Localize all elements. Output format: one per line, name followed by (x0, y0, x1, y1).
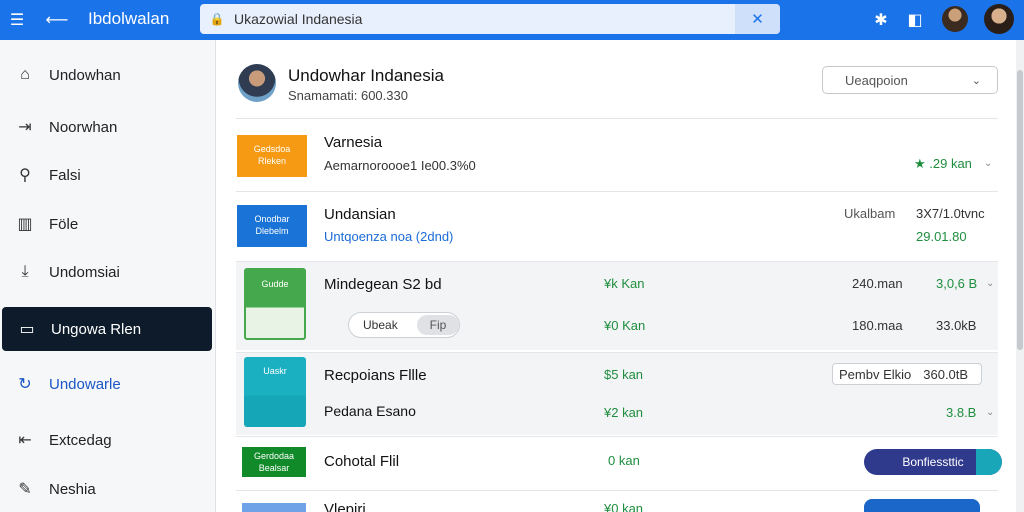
profile-avatar[interactable] (984, 4, 1014, 34)
sidebar-item-label: Undowarle (49, 375, 121, 393)
thumbnail: Gudde (244, 268, 306, 340)
home-icon: ⌂ (20, 66, 30, 83)
item-title: Cohotal Flil (324, 453, 400, 470)
item-value: 3.8.B (946, 405, 977, 420)
main-panel: Undowhar Indanesia Snamamati: 600.330 Ue… (216, 40, 1024, 512)
action-button[interactable] (864, 499, 980, 512)
download-icon: ⤓ (21, 263, 29, 280)
status-badge: Pembv Elkio 360.0tB (832, 363, 982, 385)
login-icon: ⇥ (18, 119, 32, 136)
list-item[interactable]: Gedsdoa Rleken Varnesia Aemarnoroooe1 Ie0… (236, 120, 998, 190)
thumbnail: Onodbar Dlebelm (237, 205, 307, 247)
search-icon: ⚲ (19, 167, 31, 184)
item-size: 180.maa (852, 318, 903, 333)
sidebar-item-falsi[interactable]: ⚲ Falsi (0, 153, 212, 197)
sidebar-item-neshia[interactable]: ✎ Neshia (0, 467, 212, 511)
sidebar-item-label: Neshia (49, 480, 96, 498)
list-item[interactable]: Vlepiri ¥0 kan (236, 491, 998, 512)
search-input[interactable]: Ukazowial Indanesia (234, 11, 780, 27)
item-price: 0 kan (608, 453, 640, 468)
item-title: Varnesia (324, 134, 383, 151)
item-title: Vlepiri (324, 501, 366, 512)
badge-label: Pembv Elkio (839, 366, 912, 382)
badge-value: 360.0tB (923, 366, 969, 382)
item-value: 3X7/1.0tvnc (916, 206, 985, 221)
item-title: Recpoians Fllle (324, 367, 427, 384)
window-icon[interactable]: ◧ (904, 9, 926, 31)
pin-icon: ✎ (18, 481, 32, 498)
list-item[interactable]: Onodbar Dlebelm Undansian Untqoenza noa (… (236, 192, 998, 260)
item-price: $5 kan (604, 367, 644, 382)
sidebar-item-extcedag[interactable]: ⇤ Extcedag (0, 418, 212, 462)
sidebar-item-ungowa-rlen[interactable]: ▭ Ungowa Rlen (2, 307, 212, 351)
app-title: Ibdolwalan (88, 9, 170, 28)
toggle-option[interactable]: Ubeak (363, 318, 398, 332)
extension-icon[interactable]: ✱ (870, 9, 892, 31)
sidebar-item-undomsiai[interactable]: ⤓ Undomsiai (0, 250, 212, 294)
item-price: ¥k Kan (604, 276, 645, 291)
thumbnail: Uaskr (244, 357, 306, 427)
list-item[interactable]: Uaskr Recpoians Fllle $5 kan Pembv Elkio… (236, 353, 998, 435)
filter-select[interactable]: Ueaqpoion ⌄ (822, 66, 998, 94)
sidebar-item-noorwhan[interactable]: ⇥ Noorwhan (0, 105, 212, 149)
sidebar-item-fole[interactable]: ▥ Föle (0, 202, 212, 246)
avatar[interactable] (942, 6, 968, 32)
sidebar-item-label: Undowhan (49, 66, 121, 84)
refresh-icon: ↻ (18, 376, 32, 393)
item-title: Undansian (324, 206, 396, 223)
sidebar-item-label: Föle (49, 215, 79, 233)
export-icon: ⇤ (18, 432, 32, 449)
top-bar: ☰ ⟵ Ibdolwalan 🔒 Ukazowial Indanesia ✕ ✱… (0, 0, 1024, 40)
item-subtitle: Aemarnoroooe1 Ie00.3%0 (324, 158, 476, 173)
chevron-down-icon[interactable]: ⌄ (984, 158, 992, 169)
sidebar-item-label: Extcedag (49, 431, 112, 449)
item-label: Ukalbam (844, 206, 896, 221)
page-title: Undowhar Indanesia (288, 66, 444, 85)
sidebar: ⌂ Undowhan ⇥ Noorwhan ⚲ Falsi ▥ Föle ⤓ U… (0, 40, 216, 512)
item-value: 33.0kB (936, 318, 977, 333)
list-item[interactable]: Gudde Mindegean S2 bd ¥k Kan 240.man 3,0… (236, 262, 998, 350)
toggle-group[interactable]: Ubeak Fip (348, 312, 460, 338)
chevron-down-icon: ⌄ (971, 74, 981, 87)
thumbnail (242, 503, 306, 512)
search-bar[interactable]: 🔒 Ukazowial Indanesia ✕ (200, 4, 780, 34)
window-icon: ▭ (19, 321, 35, 338)
arrow-icon[interactable]: ⟵ (46, 9, 69, 31)
chevron-down-icon[interactable]: ⌄ (986, 278, 994, 289)
sidebar-item-label: Ungowa Rlen (51, 320, 142, 338)
item-price: ¥0 Kan (604, 318, 646, 333)
item-link[interactable]: Untqoenza noa (2dnd) (324, 229, 453, 244)
menu-icon[interactable]: ☰ (6, 9, 28, 31)
item-size: 240.man (852, 276, 903, 291)
sidebar-item-label: Undomsiai (49, 263, 120, 281)
chevron-down-icon[interactable]: ⌄ (986, 407, 994, 418)
scrollbar-thumb[interactable] (1017, 70, 1023, 350)
thumbnail: Gerdodaa Bealsar (242, 447, 306, 477)
lock-icon: 🔒 (209, 12, 225, 26)
avatar (238, 64, 276, 102)
toggle-option-active[interactable]: Fip (417, 315, 459, 335)
sidebar-item-undowhan[interactable]: ⌂ Undowhan (0, 53, 212, 97)
item-title: Mindegean S2 bd (324, 276, 442, 293)
thumb-label: Uaskr (263, 366, 287, 376)
divider (236, 118, 998, 119)
item-value: 3,0,6 B (936, 276, 978, 291)
action-button[interactable]: Bonfiessttic (864, 449, 1002, 475)
select-value: Ueaqpoion (845, 72, 908, 88)
thumb-label: Gudde (261, 279, 289, 289)
page-subtitle: Snamamati: 600.330 (288, 88, 408, 103)
item-date: 29.01.80 (916, 229, 967, 244)
sidebar-item-label: Falsi (49, 166, 81, 184)
item-title: Pedana Esano (324, 403, 416, 419)
sidebar-item-label: Noorwhan (49, 118, 118, 136)
close-icon[interactable]: ✕ (735, 4, 780, 34)
building-icon: ▥ (17, 216, 33, 233)
list-item[interactable]: Gerdodaa Bealsar Cohotal Flil 0 kan Bonfi… (236, 437, 1002, 489)
rating-value: ★ .29 kan (914, 156, 972, 171)
item-price: ¥0 kan (604, 501, 644, 512)
sidebar-item-undowarle[interactable]: ↻ Undowarle (0, 362, 212, 406)
item-price: ¥2 kan (604, 405, 644, 420)
thumbnail: Gedsdoa Rleken (237, 135, 307, 177)
